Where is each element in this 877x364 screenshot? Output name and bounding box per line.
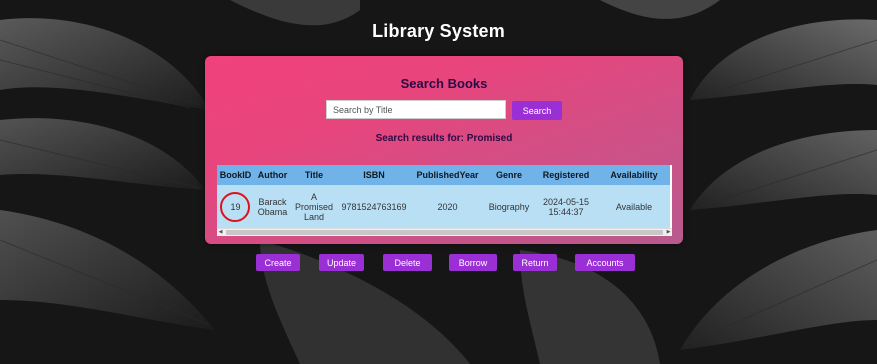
header-author: Author xyxy=(254,165,291,185)
cell-title: A Promised Land xyxy=(291,185,337,228)
table-header-row: BookID Author Title ISBN PublishedYear G… xyxy=(217,165,670,185)
horizontal-scrollbar[interactable]: ◀ ▶ xyxy=(217,228,672,236)
cell-author: Barack Obama xyxy=(254,185,291,228)
update-button[interactable]: Update xyxy=(319,254,364,271)
search-input[interactable] xyxy=(326,100,506,119)
header-title: Title xyxy=(291,165,337,185)
header-availability: Availability xyxy=(598,165,670,185)
search-heading: Search Books xyxy=(400,76,488,91)
return-button[interactable]: Return xyxy=(513,254,557,271)
search-button[interactable]: Search xyxy=(512,101,562,120)
bookid-highlight: 19 xyxy=(220,191,251,222)
red-circle-annotation xyxy=(220,191,251,222)
borrow-button[interactable]: Borrow xyxy=(449,254,497,271)
cell-isbn: 9781524763169 xyxy=(337,185,411,228)
results-table: BookID Author Title ISBN PublishedYear G… xyxy=(217,165,670,228)
header-registered: Registered xyxy=(534,165,598,185)
cell-registered: 2024-05-15 15:44:37 xyxy=(534,185,598,228)
results-table-container[interactable]: BookID Author Title ISBN PublishedYear G… xyxy=(217,165,672,236)
search-panel: Search Books Search Search results for: … xyxy=(205,56,683,244)
header-publishedyear: PublishedYear xyxy=(411,165,484,185)
delete-button[interactable]: Delete xyxy=(383,254,432,271)
cell-bookid: 19 xyxy=(217,185,254,228)
header-genre: Genre xyxy=(484,165,534,185)
cell-genre: Biography xyxy=(484,185,534,228)
table-row[interactable]: 19 Barack Obama A Promised Land 97815247… xyxy=(217,185,670,228)
header-bookid: BookID xyxy=(217,165,254,185)
header-isbn: ISBN xyxy=(337,165,411,185)
accounts-button[interactable]: Accounts xyxy=(575,254,635,271)
cell-publishedyear: 2020 xyxy=(411,185,484,228)
scroll-right-arrow-icon[interactable]: ▶ xyxy=(665,229,672,236)
create-button[interactable]: Create xyxy=(256,254,300,271)
search-results-text: Search results for: Promised xyxy=(375,133,513,144)
cell-availability: Available xyxy=(598,185,670,228)
app-title: Library System xyxy=(372,21,505,41)
scroll-left-arrow-icon[interactable]: ◀ xyxy=(217,229,224,236)
scrollbar-thumb[interactable] xyxy=(226,230,663,235)
